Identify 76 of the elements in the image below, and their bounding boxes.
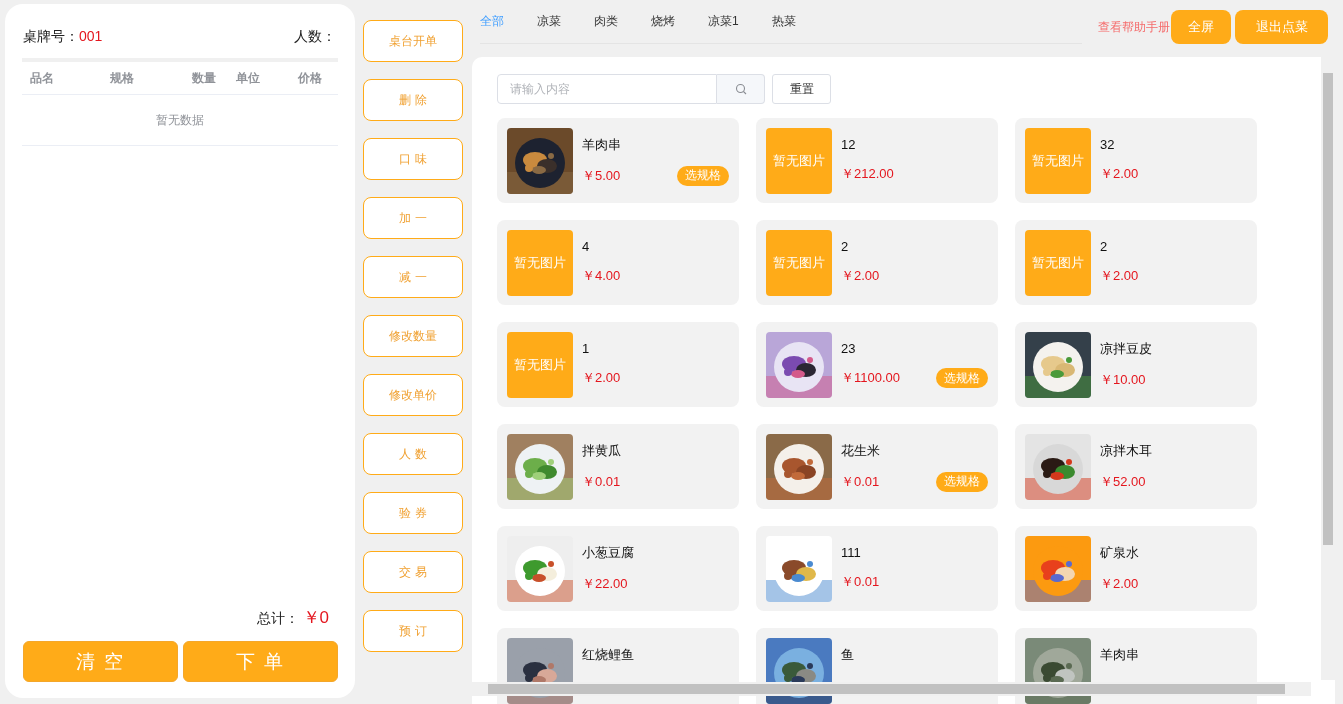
total-label: 总计：	[256, 610, 299, 628]
dish-name: 凉拌木耳	[1100, 441, 1153, 460]
dish-card[interactable]: 凉拌豆皮 ￥10.00	[1015, 322, 1257, 407]
dish-price: ￥22.00	[582, 574, 628, 593]
dish-card[interactable]: 暂无图片 12 ￥212.00	[756, 118, 998, 203]
no-image-placeholder: 暂无图片	[1025, 127, 1091, 194]
table-number: 001	[79, 28, 103, 44]
column-header: 规格	[110, 71, 134, 85]
dish-price: ￥2.00	[582, 369, 621, 387]
dish-name: 23	[841, 341, 857, 356]
dish-name: 红烧鲤鱼	[582, 645, 635, 664]
dish-price: ￥2.00	[1100, 165, 1139, 183]
dish-card[interactable]: 111 ￥0.01	[756, 526, 998, 611]
no-image-placeholder: 暂无图片	[766, 127, 832, 194]
dish-price: ￥52.00	[1100, 472, 1146, 491]
table-label: 桌牌号：	[23, 28, 79, 44]
dish-name: 羊肉串	[582, 135, 622, 154]
category-tab[interactable]: 烧烤	[651, 12, 675, 30]
search-button[interactable]	[717, 74, 765, 104]
no-image-placeholder: 暂无图片	[766, 229, 832, 296]
dish-price: ￥0.01	[582, 472, 621, 491]
category-tab[interactable]: 热菜	[771, 12, 796, 30]
dish-card[interactable]: 23 ￥1100.00 选规格	[756, 322, 998, 407]
dish-name: 矿泉水	[1100, 543, 1140, 562]
dish-price: ￥2.00	[1100, 267, 1139, 285]
dish-card[interactable]: 暂无图片 2 ￥2.00	[756, 220, 998, 305]
dish-card[interactable]: 暂无图片 1 ￥2.00	[497, 322, 739, 407]
category-tab[interactable]: 凉菜1	[708, 12, 739, 30]
column-header: 价格	[298, 71, 322, 85]
column-header: 数量	[192, 71, 216, 85]
dish-card[interactable]: 拌黄瓜 ￥0.01	[497, 424, 739, 509]
dish-name: 拌黄瓜	[582, 441, 622, 460]
horizontal-scrollbar[interactable]	[472, 682, 1311, 696]
dish-card[interactable]: 花生米 ￥0.01 选规格	[756, 424, 998, 509]
dish-price: ￥0.01	[841, 573, 880, 591]
dish-name: 鱼	[841, 645, 855, 664]
empty-text: 暂无数据	[156, 111, 204, 129]
dish-name: 111	[841, 545, 862, 560]
no-image-placeholder: 暂无图片	[507, 229, 573, 296]
dish-card[interactable]: 凉拌木耳 ￥52.00	[1015, 424, 1257, 509]
no-image-placeholder: 暂无图片	[1025, 229, 1091, 296]
vertical-scrollbar[interactable]	[1321, 57, 1335, 680]
dish-name: 32	[1100, 137, 1116, 152]
search-field[interactable]: 请输入内容	[497, 74, 717, 104]
total-amount: ￥0	[302, 607, 329, 629]
dish-price: ￥1100.00	[841, 369, 901, 387]
dish-card[interactable]: 暂无图片 32 ￥2.00	[1015, 118, 1257, 203]
column-header: 单位	[236, 71, 260, 85]
dish-name: 羊肉串	[1100, 645, 1140, 664]
dish-name: 2	[1100, 239, 1109, 254]
category-tab[interactable]: 肉类	[594, 12, 618, 30]
dish-name: 小葱豆腐	[582, 543, 635, 562]
dish-card[interactable]: 暂无图片 4 ￥4.00	[497, 220, 739, 305]
dish-price: ￥2.00	[1100, 574, 1139, 593]
dish-price: ￥2.00	[841, 267, 880, 285]
dish-card[interactable]: 暂无图片 2 ￥2.00	[1015, 220, 1257, 305]
dish-name: 1	[582, 341, 591, 356]
dish-price: ￥0.01	[841, 472, 880, 491]
dish-price: ￥212.00	[841, 165, 894, 183]
dish-price: ￥4.00	[582, 267, 621, 285]
reset-button[interactable]: 重置	[772, 74, 831, 104]
no-image-placeholder: 暂无图片	[507, 331, 573, 398]
column-header: 品名	[30, 71, 54, 85]
dish-name: 凉拌豆皮	[1100, 339, 1153, 358]
dish-card[interactable]: 矿泉水 ￥2.00	[1015, 526, 1257, 611]
dish-name: 花生米	[841, 441, 881, 460]
dish-price: ￥5.00	[582, 166, 621, 185]
dish-price: ￥10.00	[1100, 370, 1146, 389]
people-label: 人数：	[294, 28, 336, 46]
dish-name: 2	[841, 239, 850, 254]
search-icon	[734, 83, 747, 95]
dish-card[interactable]: 小葱豆腐 ￥22.00	[497, 526, 739, 611]
dish-name: 12	[841, 137, 857, 152]
dish-card[interactable]: 羊肉串 ￥5.00 选规格	[497, 118, 739, 203]
category-tab[interactable]: 凉菜	[537, 12, 561, 30]
dish-name: 4	[582, 239, 591, 254]
